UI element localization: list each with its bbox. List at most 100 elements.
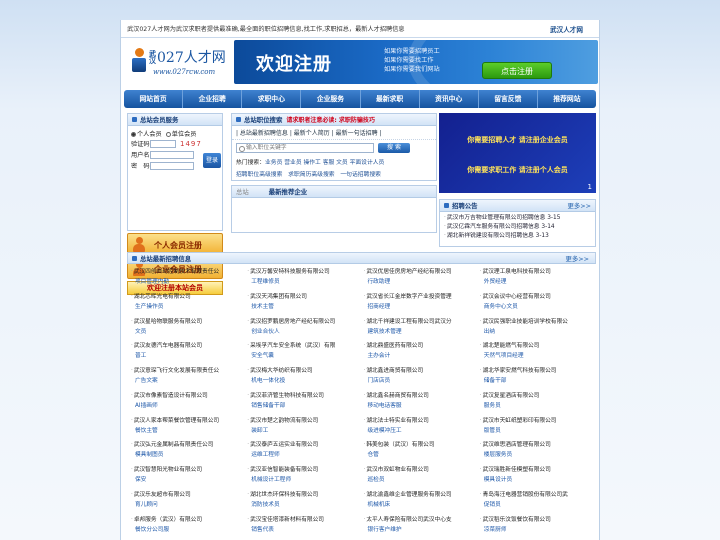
register-banner[interactable]: 欢迎注册 如果你需要招聘员工 如果你需要找工作 如果你需要我们网站 点击注册 — [234, 40, 598, 84]
position-link[interactable]: 生产操作员 — [131, 302, 245, 312]
captcha-input[interactable] — [150, 139, 176, 148]
register-ad-box[interactable]: 你需要招聘人才 请注册企业会员 你需要求职工作 请注册个人会员 1 — [439, 113, 596, 193]
nav-item-latest-resumes[interactable]: 最新求职 — [361, 90, 420, 108]
latest-more-link[interactable]: 更多>> — [566, 254, 590, 263]
company-link[interactable]: 湖北鑫进商贸有限公司 — [364, 366, 478, 376]
company-link[interactable]: 湖北渝鑫维企业管理服务有限公司 — [364, 490, 478, 500]
company-link[interactable]: 武汉人家本帮菜餐饮管理有限公司 — [131, 416, 245, 426]
password-input[interactable] — [150, 161, 194, 170]
position-link[interactable]: 巡检员 — [364, 475, 478, 485]
position-link[interactable]: 移动电话客服 — [364, 401, 478, 411]
position-link[interactable]: 版管员 — [480, 426, 594, 436]
company-link[interactable]: 武汉万馨安特科技服务有限公司 — [247, 267, 361, 277]
username-input[interactable] — [150, 150, 194, 159]
company-link[interactable]: 武汉复星酒店有限公司 — [480, 391, 594, 401]
position-link[interactable]: 天然气项目经理 — [480, 351, 594, 361]
company-link[interactable]: 武汉市像素智造设计有限公司 — [131, 391, 245, 401]
company-link[interactable]: 湖北华家安燃气科技有限公司 — [480, 366, 594, 376]
position-link[interactable]: 文员 — [131, 327, 245, 337]
search-button[interactable]: 搜 索 — [378, 143, 410, 153]
announcement-item[interactable]: 武汉市万吉物业管理有限公司招聘信息 3-15 — [444, 214, 591, 223]
company-link[interactable]: 太平人寿保险有限公司武汉中心支 — [364, 515, 478, 525]
advanced-search-links[interactable]: 招聘职位高级搜索 求职简历高级搜索 一句话招聘搜索 — [232, 167, 436, 180]
company-link[interactable]: 武汉维思酒店管理有限公司 — [480, 440, 594, 450]
announcement-item[interactable]: 湖北新祥锐建设有限公司招聘信息 3-13 — [444, 232, 591, 241]
position-link[interactable]: 主办会计 — [364, 351, 478, 361]
nav-item-job-center[interactable]: 求职中心 — [242, 90, 302, 108]
company-link[interactable]: 韩美包装（武汉）有限公司 — [364, 440, 478, 450]
position-link[interactable]: 模具设计员 — [480, 475, 594, 485]
position-link[interactable]: 消防技术员 — [247, 500, 361, 510]
company-link[interactable]: 武汉招罗鹏居房地产经纪有限公司 — [247, 317, 361, 327]
company-link[interactable]: 武汉市双虹物业有限公司 — [364, 465, 478, 475]
company-link[interactable]: 武汉梅大华纺织有限公司 — [247, 366, 361, 376]
nav-item-news[interactable]: 资讯中心 — [420, 90, 479, 108]
company-link[interactable]: 武汉泰庐五运实业有限公司 — [247, 440, 361, 450]
position-link[interactable]: 普工 — [131, 351, 245, 361]
click-register-button[interactable]: 点击注册 — [482, 62, 552, 79]
company-link[interactable]: 武汉民强职业技能培训学校有限公 — [480, 317, 594, 327]
position-link[interactable]: 保安 — [131, 475, 245, 485]
nav-item-feedback[interactable]: 留言反馈 — [479, 90, 538, 108]
nav-item-company-recruit[interactable]: 企业招聘 — [183, 90, 243, 108]
company-link[interactable]: 武汉菲济管生物科技有限公司 — [247, 391, 361, 401]
radio-icon[interactable] — [165, 131, 171, 137]
position-link[interactable]: 仓管 — [364, 450, 478, 460]
company-link[interactable]: 湖北鼎盛医药有限公司 — [364, 341, 478, 351]
position-link[interactable]: 机械设计工程师 — [247, 475, 361, 485]
company-link[interactable]: 武汉理工泉电科技有限公司 — [480, 267, 594, 277]
radio-icon[interactable] — [131, 131, 136, 137]
nav-item-recommended-sites[interactable]: 推荐网站 — [538, 90, 596, 108]
company-link[interactable]: 湖北芯晖光电有限公司 — [131, 292, 245, 302]
company-link[interactable]: 武汉弘元金属制品有限责任公司 — [131, 440, 245, 450]
captcha-code[interactable]: 1497 — [180, 140, 202, 148]
ad-page-indicator[interactable]: 1 — [588, 183, 592, 191]
position-link[interactable]: 商务中心文员 — [480, 302, 594, 312]
position-link[interactable]: 项目管理内勤 — [131, 277, 245, 287]
position-link[interactable]: 销售代表 — [247, 525, 361, 535]
company-link[interactable]: 湖北千祥建设工程有限公司武汉分 — [364, 317, 478, 327]
company-link[interactable]: 武汉亚信智能装备有限公司 — [247, 465, 361, 475]
role-personal[interactable]: 个人会员 — [131, 129, 162, 138]
company-link[interactable]: 武汉瑞胜新佳模塑有限公司 — [480, 465, 594, 475]
position-link[interactable]: 技术主管 — [247, 302, 361, 312]
role-company[interactable]: 单位会员 — [165, 129, 197, 138]
company-link[interactable]: 武汉市天虹纸塑彩印有限公司 — [480, 416, 594, 426]
position-link[interactable]: 创业合伙人 — [247, 327, 361, 337]
position-link[interactable]: AI插画师 — [131, 401, 245, 411]
position-link[interactable]: 餐饮分公司服 — [131, 525, 245, 535]
position-link[interactable]: 储备干部 — [480, 376, 594, 386]
position-link[interactable]: 出纳 — [480, 327, 594, 337]
position-link[interactable]: 凉菜厨师 — [480, 525, 594, 535]
company-link[interactable]: 武汉优居佳房房地产经纪有限公司 — [364, 267, 478, 277]
position-link[interactable]: 促销员 — [480, 500, 594, 510]
position-link[interactable]: 招商经理 — [364, 302, 478, 312]
company-link[interactable]: 武汉友德汽车电器有限公司 — [131, 341, 245, 351]
position-link[interactable]: 银行客户维护 — [364, 525, 478, 535]
announcement-item[interactable]: 武汉亿霖汽车服务有限公司招聘信息 3-14 — [444, 223, 591, 232]
announcement-more-link[interactable]: 更多>> — [568, 201, 592, 210]
position-link[interactable]: 行政助理 — [364, 277, 478, 287]
company-link[interactable]: 武汉乐友超市有限公司 — [131, 490, 245, 500]
position-link[interactable]: 装卸工 — [247, 426, 361, 436]
position-link[interactable]: 外贸经理 — [480, 277, 594, 287]
company-link[interactable]: 青岛海汪电器营销股份有限公司武 — [480, 490, 594, 500]
company-link[interactable]: 武汉天鸿集团有限公司 — [247, 292, 361, 302]
position-link[interactable]: 工程维修员 — [247, 277, 361, 287]
company-link[interactable]: 湖北鑫名赫商贸有限公司 — [364, 391, 478, 401]
nav-item-company-service[interactable]: 企业服务 — [301, 90, 361, 108]
position-link[interactable]: 餐饮主管 — [131, 426, 245, 436]
position-link[interactable]: 门店店员 — [364, 376, 478, 386]
position-link[interactable]: 育儿顾问 — [131, 500, 245, 510]
nav-item-home[interactable]: 网站首页 — [124, 90, 184, 108]
job-keyword-input[interactable]: 输入职位关键字 — [236, 143, 374, 153]
company-link[interactable]: 湖北法士特实业有限公司 — [364, 416, 478, 426]
logo[interactable]: 武汉 027人才网 www.027rcw.com — [129, 41, 229, 83]
company-link[interactable]: 武汉星哈物联服务有限公司 — [131, 317, 245, 327]
company-link[interactable]: 武汉省长江金岸数字产业投资管理 — [364, 292, 478, 302]
company-link[interactable]: 湖北楚能燃气有限公司 — [480, 341, 594, 351]
search-tabs[interactable]: | 总站最新招聘信息 | 最新个人简历 | 最新一句话招聘 | — [232, 126, 436, 140]
hot-search-keywords[interactable]: 业务员 营业员 操作工 客服 文员 平面设计人员 — [265, 160, 384, 166]
position-link[interactable]: 安全气囊 — [247, 351, 361, 361]
company-link[interactable]: 采埃孚汽车安全系统（武汉）有限 — [247, 341, 361, 351]
